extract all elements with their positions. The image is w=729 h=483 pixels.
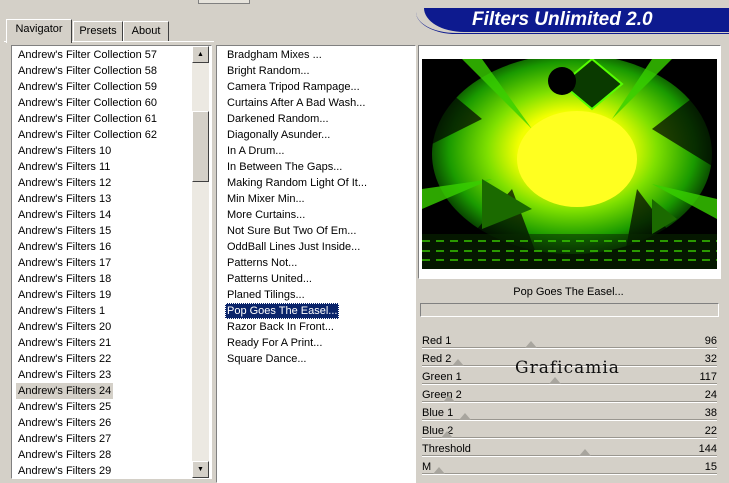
slider-value: 24 bbox=[704, 389, 717, 401]
filter-item[interactable]: More Curtains... bbox=[225, 207, 307, 223]
slider-label: Red 2 bbox=[422, 353, 452, 365]
slider-thumb[interactable] bbox=[443, 395, 456, 402]
filter-item[interactable]: Darkened Random... bbox=[225, 111, 331, 127]
filter-item[interactable]: Planed Tilings... bbox=[225, 287, 307, 303]
filter-item[interactable]: Patterns Not... bbox=[225, 255, 299, 271]
slider-thumb[interactable] bbox=[452, 359, 465, 366]
top-button-edge[interactable] bbox=[198, 0, 250, 4]
parameter-sliders: Red 1 96 Red 2 32 Green 1 117 Green 2 24 Blue 1 3… bbox=[418, 330, 719, 481]
slider-value: 32 bbox=[704, 353, 717, 365]
preview-pane bbox=[418, 45, 721, 279]
filter-item[interactable]: Bradgham Mixes ... bbox=[225, 47, 324, 63]
filter-item[interactable]: Curtains After A Bad Wash... bbox=[225, 95, 367, 111]
progress-bar bbox=[420, 303, 719, 317]
slider-label: Green 1 bbox=[422, 371, 462, 383]
slider-label: Red 1 bbox=[422, 335, 452, 347]
filter-item[interactable]: Razor Back In Front... bbox=[225, 319, 336, 335]
title-banner: Filters Unlimited 2.0 bbox=[416, 8, 729, 34]
tab-panel bbox=[4, 41, 214, 482]
slider-value: 15 bbox=[704, 461, 717, 473]
slider-row: M 15 bbox=[418, 456, 719, 475]
slider-row: Blue 2 22 bbox=[418, 420, 719, 439]
app-title: Filters Unlimited 2.0 bbox=[472, 9, 653, 30]
slider-row: Green 2 24 bbox=[418, 384, 719, 403]
preview-filter-name: Pop Goes The Easel... bbox=[513, 286, 624, 298]
filter-item[interactable]: Camera Tripod Rampage... bbox=[225, 79, 362, 95]
slider-value: 22 bbox=[704, 425, 717, 437]
filter-item[interactable]: In A Drum... bbox=[225, 143, 286, 159]
slider-thumb[interactable] bbox=[459, 413, 472, 420]
filter-item[interactable]: Diagonally Asunder... bbox=[225, 127, 332, 143]
filter-item[interactable]: Square Dance... bbox=[225, 351, 309, 367]
filter-item[interactable]: Not Sure But Two Of Em... bbox=[225, 223, 358, 239]
slider-thumb[interactable] bbox=[579, 449, 592, 456]
slider-label: Threshold bbox=[422, 443, 471, 455]
slider-thumb[interactable] bbox=[548, 377, 561, 384]
filter-item[interactable]: Bright Random... bbox=[225, 63, 312, 79]
slider-label: Green 2 bbox=[422, 389, 462, 401]
slider-label: M bbox=[422, 461, 432, 473]
slider-track[interactable] bbox=[422, 473, 717, 475]
filter-item[interactable]: Pop Goes The Easel... bbox=[225, 303, 340, 319]
slider-thumb[interactable] bbox=[524, 341, 537, 348]
slider-row: Blue 1 38 bbox=[418, 402, 719, 421]
filter-item[interactable]: In Between The Gaps... bbox=[225, 159, 344, 175]
tab-navigator-label: Navigator bbox=[15, 23, 63, 35]
slider-value: 144 bbox=[698, 443, 717, 455]
filter-item[interactable]: Min Mixer Min... bbox=[225, 191, 307, 207]
filter-item[interactable]: Making Random Light Of It... bbox=[225, 175, 369, 191]
tab-about-label: About bbox=[131, 25, 161, 37]
filter-list[interactable]: Bradgham Mixes ... Bright Random... Camera… bbox=[216, 45, 416, 483]
slider-thumb[interactable] bbox=[440, 431, 453, 438]
slider-row: Red 1 96 bbox=[418, 330, 719, 349]
tab-about[interactable]: About bbox=[123, 21, 169, 42]
slider-thumb[interactable] bbox=[433, 467, 446, 474]
slider-row: Threshold 144 bbox=[418, 438, 719, 457]
tab-presets-label: Presets bbox=[79, 25, 117, 37]
slider-label: Blue 1 bbox=[422, 407, 454, 419]
preview-image bbox=[422, 59, 717, 269]
tab-presets[interactable]: Presets bbox=[73, 21, 123, 42]
slider-value: 117 bbox=[699, 371, 717, 383]
watermark: Graficamia bbox=[515, 358, 620, 378]
filter-item[interactable]: Patterns United... bbox=[225, 271, 314, 287]
filter-item[interactable]: OddBall Lines Just Inside... bbox=[225, 239, 362, 255]
tab-navigator[interactable]: Navigator bbox=[6, 19, 72, 43]
slider-value: 96 bbox=[704, 335, 717, 347]
filter-item[interactable]: Ready For A Print... bbox=[225, 335, 324, 351]
slider-value: 38 bbox=[704, 407, 717, 419]
